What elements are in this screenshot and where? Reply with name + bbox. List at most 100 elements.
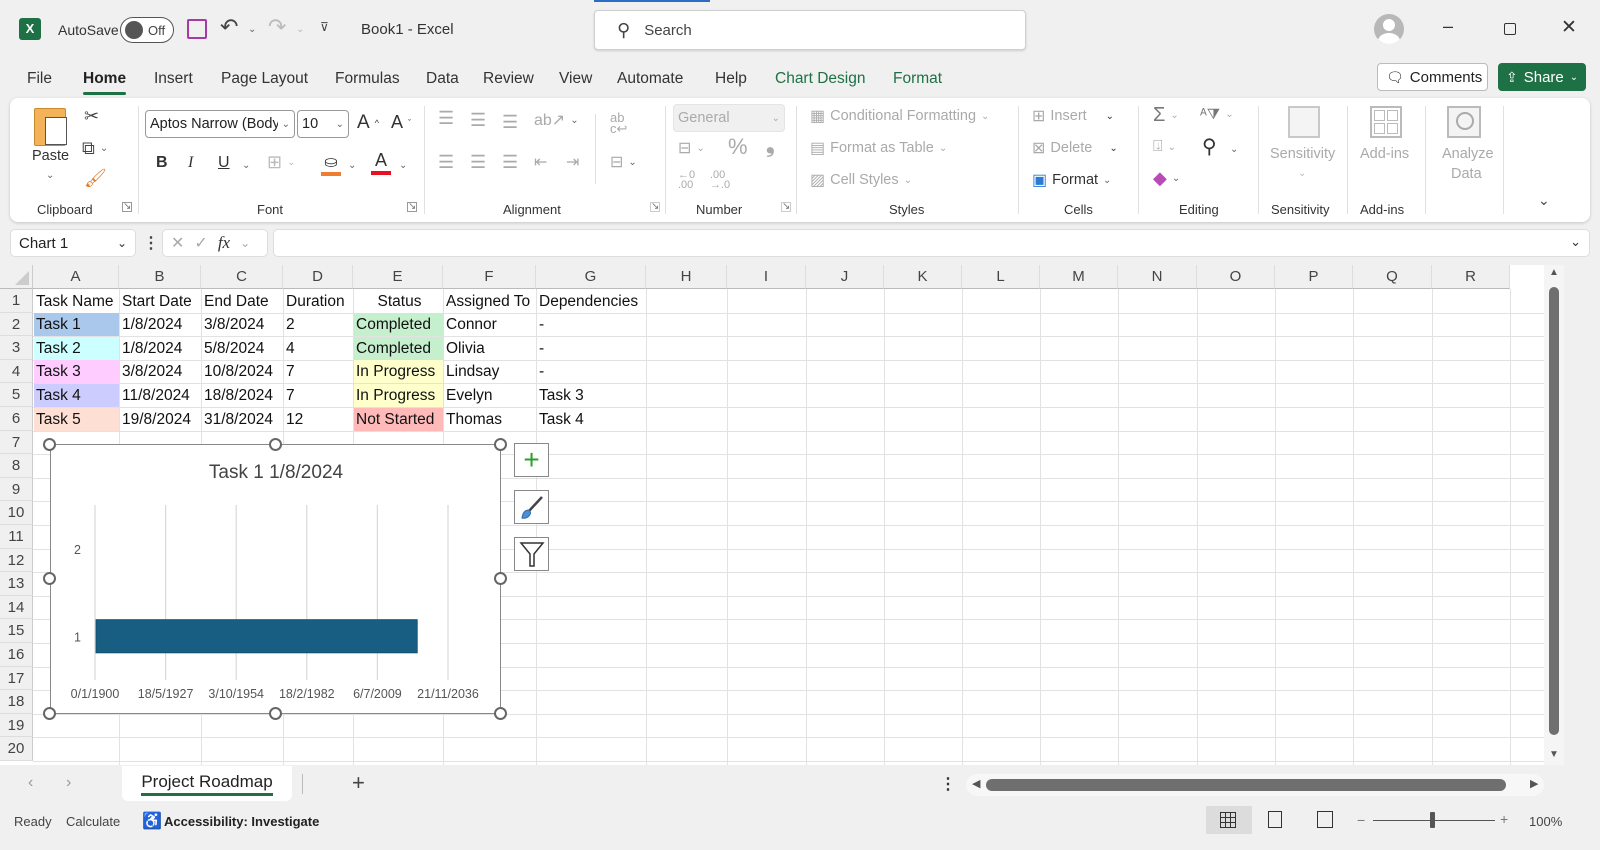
row-header-14[interactable]: 14 (0, 595, 33, 620)
resize-handle-right[interactable] (494, 572, 507, 585)
tab-page-layout[interactable]: Page Layout (221, 68, 308, 90)
cell-F5[interactable]: Evelyn (444, 384, 536, 407)
cell-C4[interactable]: 10/8/2024 (202, 360, 283, 383)
orientation-icon[interactable]: ab↗ ⌄ (534, 110, 579, 130)
tab-review[interactable]: Review (483, 68, 534, 90)
row-header-12[interactable]: 12 (0, 548, 33, 573)
column-header-R[interactable]: R (1432, 265, 1510, 289)
scroll-down-icon[interactable]: ▼ (1549, 749, 1559, 760)
formula-input[interactable]: ⌄ (273, 229, 1590, 257)
calculate-button[interactable]: Calculate (66, 814, 120, 829)
cell-B4[interactable]: 3/8/2024 (120, 360, 201, 383)
cell-C3[interactable]: 5/8/2024 (202, 337, 283, 360)
align-left-icon[interactable]: ☰ (438, 152, 454, 173)
minimize-icon[interactable]: – (1443, 16, 1453, 37)
format-cells-button[interactable]: ▣ Format ⌄ (1032, 170, 1111, 190)
row-header-11[interactable]: 11 (0, 525, 33, 549)
cell-D4[interactable]: 7 (284, 360, 353, 383)
cell-G5[interactable]: Task 3 (537, 384, 646, 407)
row-header-3[interactable]: 3 (0, 336, 33, 360)
tab-file[interactable]: File (27, 68, 52, 90)
row-header-18[interactable]: 18 (0, 690, 33, 714)
comments-button[interactable]: 🗨 Comments (1377, 63, 1488, 91)
restore-icon[interactable] (1504, 23, 1516, 35)
clear-icon[interactable]: ◆ ⌄ (1153, 168, 1180, 189)
cell-A4[interactable]: Task 3 (34, 360, 119, 384)
cell-C6[interactable]: 31/8/2024 (202, 408, 283, 431)
sort-filter-icon[interactable]: ᴬ⧩ ⌄ (1200, 106, 1234, 123)
cut-icon[interactable]: ✂ (84, 106, 99, 127)
row-header-8[interactable]: 8 (0, 454, 33, 478)
column-header-P[interactable]: P (1275, 265, 1353, 289)
row-header-15[interactable]: 15 (0, 619, 33, 643)
insert-function-button[interactable]: fx (218, 233, 230, 253)
tab-split-handle-icon[interactable]: ⋮ (940, 774, 956, 794)
ribbon-collapse-icon[interactable]: ⌄ (1538, 192, 1550, 209)
paste-icon[interactable] (34, 108, 67, 146)
resize-handle-left[interactable] (43, 572, 56, 585)
accounting-format-icon[interactable]: ⊟ ⌄ (678, 138, 705, 158)
column-header-I[interactable]: I (727, 265, 806, 289)
cell-styles-button[interactable]: ▨ Cell Styles ⌄ (810, 170, 912, 190)
number-launcher-icon[interactable]: ↘ (781, 202, 791, 212)
cell-D5[interactable]: 7 (284, 384, 353, 407)
underline-button[interactable]: U (218, 154, 230, 172)
cell-E2[interactable]: Completed (354, 313, 443, 337)
zoom-slider-thumb[interactable] (1430, 812, 1435, 828)
row-header-7[interactable]: 7 (0, 430, 33, 455)
font-color-button[interactable]: A (371, 150, 391, 175)
resize-handle-bottom-left[interactable] (43, 707, 56, 720)
find-dropdown-icon[interactable]: ⌄ (1230, 144, 1238, 155)
cell-B2[interactable]: 1/8/2024 (120, 313, 201, 336)
row-header-13[interactable]: 13 (0, 572, 33, 596)
cell-E6[interactable]: Not Started (354, 407, 443, 431)
cell-B6[interactable]: 19/8/2024 (120, 408, 201, 431)
tab-automate[interactable]: Automate (617, 68, 683, 90)
find-select-icon[interactable]: ⚲ (1202, 134, 1217, 159)
cell-E4[interactable]: In Progress (354, 360, 443, 384)
chart-elements-button[interactable]: + (514, 443, 549, 477)
italic-button[interactable]: I (188, 154, 193, 172)
conditional-formatting-button[interactable]: ▦ Conditional Formatting ⌄ (810, 106, 989, 126)
increase-indent-icon[interactable]: ⇥ (566, 152, 579, 172)
cell-A3[interactable]: Task 2 (34, 336, 119, 360)
vertical-scroll-thumb[interactable] (1549, 287, 1559, 735)
analyze-data-icon[interactable] (1447, 106, 1481, 138)
more-options-icon[interactable]: ⋮ (143, 233, 159, 253)
customize-qat-icon[interactable]: ⊽ (320, 20, 329, 34)
cell-F4[interactable]: Lindsay (444, 360, 536, 383)
tab-help[interactable]: Help (715, 68, 747, 90)
accessibility-button[interactable]: Accessibility: Investigate (164, 814, 319, 829)
decrease-decimal-icon[interactable]: .00 →.0 (710, 170, 730, 191)
cell-G4[interactable]: - (537, 360, 646, 383)
scroll-up-icon[interactable]: ▲ (1549, 267, 1559, 278)
row-header-10[interactable]: 10 (0, 501, 33, 525)
redo-dropdown-icon[interactable]: ⌄ (296, 24, 304, 35)
column-header-E[interactable]: E (353, 265, 443, 289)
sensitivity-dropdown-icon[interactable]: ⌄ (1298, 168, 1306, 179)
row-header-19[interactable]: 19 (0, 713, 33, 738)
analyze-data-label-2[interactable]: Data (1451, 166, 1482, 182)
underline-dropdown-icon[interactable]: ⌄ (242, 160, 250, 171)
row-header-5[interactable]: 5 (0, 383, 33, 407)
cell-D6[interactable]: 12 (284, 408, 353, 431)
zoom-in-button[interactable]: + (1500, 811, 1508, 827)
row-header-2[interactable]: 2 (0, 312, 33, 337)
cell-B1[interactable]: Start Date (120, 290, 201, 313)
cell-F2[interactable]: Connor (444, 313, 536, 336)
row-header-4[interactable]: 4 (0, 359, 33, 384)
autosave-toggle[interactable]: Off (120, 17, 174, 43)
cell-D1[interactable]: Duration (284, 290, 353, 313)
zoom-out-button[interactable]: − (1357, 812, 1365, 828)
resize-handle-top-right[interactable] (494, 438, 507, 451)
resize-handle-top[interactable] (269, 438, 282, 451)
tab-insert[interactable]: Insert (154, 68, 193, 90)
column-header-B[interactable]: B (119, 265, 201, 289)
cell-B3[interactable]: 1/8/2024 (120, 337, 201, 360)
resize-handle-bottom[interactable] (269, 707, 282, 720)
horizontal-scrollbar[interactable]: ◀ ▶ (966, 774, 1544, 796)
prev-sheet-icon[interactable]: ‹ (28, 774, 33, 792)
vertical-scrollbar[interactable]: ▲ ▼ (1544, 265, 1564, 765)
chart-title[interactable]: Task 1 1/8/2024 (209, 462, 344, 483)
increase-decimal-icon[interactable]: ←0.00 (678, 170, 695, 191)
